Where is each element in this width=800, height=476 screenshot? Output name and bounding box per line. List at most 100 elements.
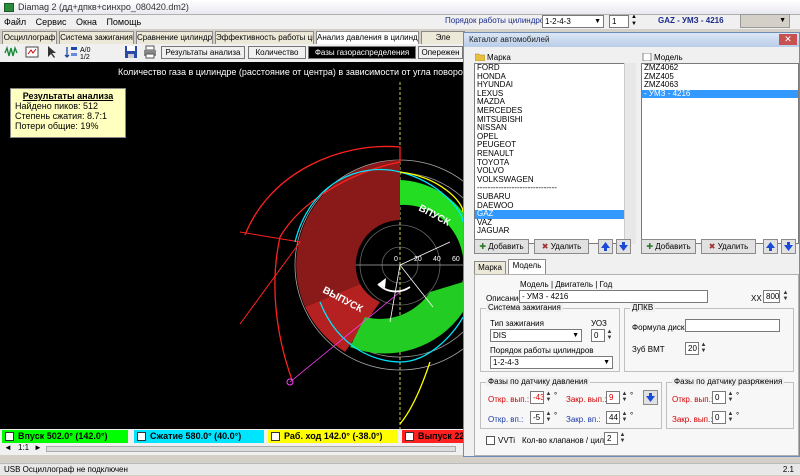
- brand-list[interactable]: FORD HONDA HYUNDAI LEXUS MAZDA MERCEDES MITSUB…: [474, 63, 636, 244]
- menu-file[interactable]: Файл: [4, 17, 26, 27]
- description-field[interactable]: - УМЗ - 4216: [519, 290, 708, 303]
- tab-brand[interactable]: Марка: [474, 261, 506, 274]
- legend-checkbox[interactable]: [5, 432, 14, 441]
- subtab-results[interactable]: Результаты анализа: [161, 46, 245, 59]
- move-up-button[interactable]: [598, 239, 613, 254]
- scroll-right-icon[interactable]: ►: [34, 443, 42, 452]
- open-exhaust-field[interactable]: -43: [530, 391, 544, 404]
- vehicle-label: GAZ - УМЗ - 4216: [658, 16, 724, 25]
- tab-pressure-analysis[interactable]: Анализ давления в цилиндре: [316, 31, 419, 44]
- order-select[interactable]: 1-2-4-3 ▼: [490, 356, 613, 369]
- tab-model[interactable]: Модель: [508, 259, 546, 274]
- brand-list-item[interactable]: DAEWOO: [475, 201, 635, 211]
- chevron-down-icon: ▼: [779, 17, 786, 24]
- legend-power[interactable]: Раб. ход 142.0° (-38.0°): [268, 430, 398, 443]
- dialog-title-bar: Каталог автомобилей: [464, 33, 799, 47]
- valves-spin[interactable]: ▲ ▼: [619, 432, 626, 445]
- brand-list-item[interactable]: NISSAN: [475, 124, 635, 133]
- vehicle-catalog-dialog: Каталог автомобилей ✕ Марка FORD HONDA HYU…: [463, 32, 800, 457]
- close-intake-field[interactable]: 44: [606, 411, 620, 424]
- model-up-button[interactable]: [763, 239, 778, 254]
- subtab-advance[interactable]: Опережен: [418, 46, 463, 59]
- wave-icon[interactable]: [4, 45, 18, 59]
- measure-icon[interactable]: [25, 45, 39, 59]
- open-exhaust-spin[interactable]: ▲ ▼: [545, 391, 552, 404]
- legend-checkbox[interactable]: [137, 432, 146, 441]
- tooth-spin[interactable]: ▲ ▼: [700, 342, 707, 355]
- vac-close-exhaust-spin[interactable]: ▲ ▼: [727, 411, 734, 424]
- vacuum-group-title: Фазы по датчику разряжения: [672, 377, 785, 386]
- legend-compression[interactable]: Сжатие 580.0° (40.0°): [134, 430, 264, 443]
- print-icon[interactable]: [143, 45, 157, 59]
- degree-sign: °: [554, 411, 558, 420]
- tab-ignition[interactable]: Система зажигания: [59, 31, 134, 44]
- apply-down-button[interactable]: [643, 390, 658, 405]
- zoom-label[interactable]: 1:1: [18, 443, 29, 452]
- add-brand-button[interactable]: ✚ Добавить: [474, 239, 529, 254]
- delete-model-label: Удалить: [717, 242, 749, 251]
- tab-cylinder-efficiency[interactable]: Эффективность работы цилиндров: [215, 31, 314, 44]
- tab-oscilloscope[interactable]: Осциллограф: [2, 31, 57, 44]
- vac-open-exhaust-field[interactable]: 0: [712, 391, 726, 404]
- formula-field[interactable]: [685, 319, 780, 332]
- menu-help[interactable]: Помощь: [106, 17, 141, 27]
- add-icon: ✚: [479, 242, 489, 251]
- open-intake-field[interactable]: -5: [530, 411, 544, 424]
- move-down-button[interactable]: [616, 239, 631, 254]
- sort-icon[interactable]: [64, 45, 78, 59]
- legend-checkbox[interactable]: [405, 432, 414, 441]
- tooth-field[interactable]: 20: [685, 342, 699, 355]
- close-intake-label: Закр. вп.:: [566, 415, 601, 424]
- menu-windows[interactable]: Окна: [76, 17, 97, 27]
- dpkv-group-title: ДПКВ: [630, 303, 656, 312]
- brand-list-item[interactable]: GAZ: [475, 209, 635, 219]
- cursor-icon[interactable]: [45, 45, 59, 59]
- brand-list-item[interactable]: JAGUAR: [475, 227, 635, 236]
- vvti-checkbox[interactable]: [486, 436, 495, 445]
- horizontal-scrollbar[interactable]: [46, 446, 456, 452]
- subtab-quantity[interactable]: Количество: [248, 46, 306, 59]
- cyl-count-spin[interactable]: ▲ ▼: [631, 14, 639, 29]
- save-icon[interactable]: [124, 45, 138, 59]
- scale-label[interactable]: A/0 1/2: [80, 47, 102, 61]
- legend-intake[interactable]: Впуск 502.0° (142.0°): [2, 430, 128, 443]
- order-value: 1-2-4-3: [493, 358, 519, 367]
- degree-sign: °: [630, 411, 634, 420]
- uoz-field[interactable]: 0: [591, 329, 605, 342]
- delete-brand-button[interactable]: ✖ Удалить: [534, 239, 589, 254]
- arrow-down-icon: [784, 242, 793, 251]
- vac-close-exhaust-field[interactable]: 0: [712, 411, 726, 424]
- model-list-item[interactable]: - УМЗ - 4216: [642, 89, 798, 99]
- legend-exhaust[interactable]: Выпуск 22(: [402, 430, 463, 443]
- uoz-spin[interactable]: ▲ ▼: [606, 329, 613, 342]
- add-model-button[interactable]: ✚ Добавить: [641, 239, 696, 254]
- tab-cylinder-compare[interactable]: Сравнение цилиндров: [136, 31, 213, 44]
- close-exhaust-field[interactable]: 9: [606, 391, 620, 404]
- delete-model-button[interactable]: ✖ Удалить: [701, 239, 756, 254]
- vac-open-exhaust-value: 0: [715, 393, 720, 402]
- xx-spin[interactable]: ▲ ▼: [782, 290, 789, 303]
- vac-open-exhaust-label: Откр. вып.:: [672, 395, 714, 404]
- vac-open-exhaust-spin[interactable]: ▲ ▼: [727, 391, 734, 404]
- valves-field[interactable]: 2: [604, 432, 618, 445]
- vehicle-select[interactable]: ▼: [740, 14, 790, 28]
- tab-more[interactable]: Эле: [421, 31, 465, 44]
- menu-service[interactable]: Сервис: [36, 17, 67, 27]
- subtab-gas-phases[interactable]: Фазы газораспределения: [308, 46, 416, 59]
- cyl-order-select[interactable]: 1-2-4-3 ▼: [542, 15, 604, 28]
- open-intake-spin[interactable]: ▲ ▼: [545, 411, 552, 424]
- cyl-count-field[interactable]: 1: [609, 15, 629, 28]
- legend-checkbox[interactable]: [271, 432, 280, 441]
- close-intake-spin[interactable]: ▲ ▼: [621, 411, 628, 424]
- ignition-type-select[interactable]: DIS ▼: [490, 329, 582, 342]
- degree-sign: °: [554, 391, 558, 400]
- scroll-left-icon[interactable]: ◄: [4, 443, 12, 452]
- brand-list-scrollbar[interactable]: [624, 63, 636, 244]
- axis-tick-60: 60: [452, 256, 460, 263]
- xx-field[interactable]: 800: [763, 290, 780, 303]
- model-list[interactable]: ZMZ4062 ZMZ405 ZMZ4063- УМЗ - 4216: [641, 63, 799, 244]
- axis-tick-40: 40: [433, 256, 441, 263]
- close-exhaust-spin[interactable]: ▲ ▼: [621, 391, 628, 404]
- model-down-button[interactable]: [781, 239, 796, 254]
- close-button[interactable]: ✕: [779, 34, 797, 45]
